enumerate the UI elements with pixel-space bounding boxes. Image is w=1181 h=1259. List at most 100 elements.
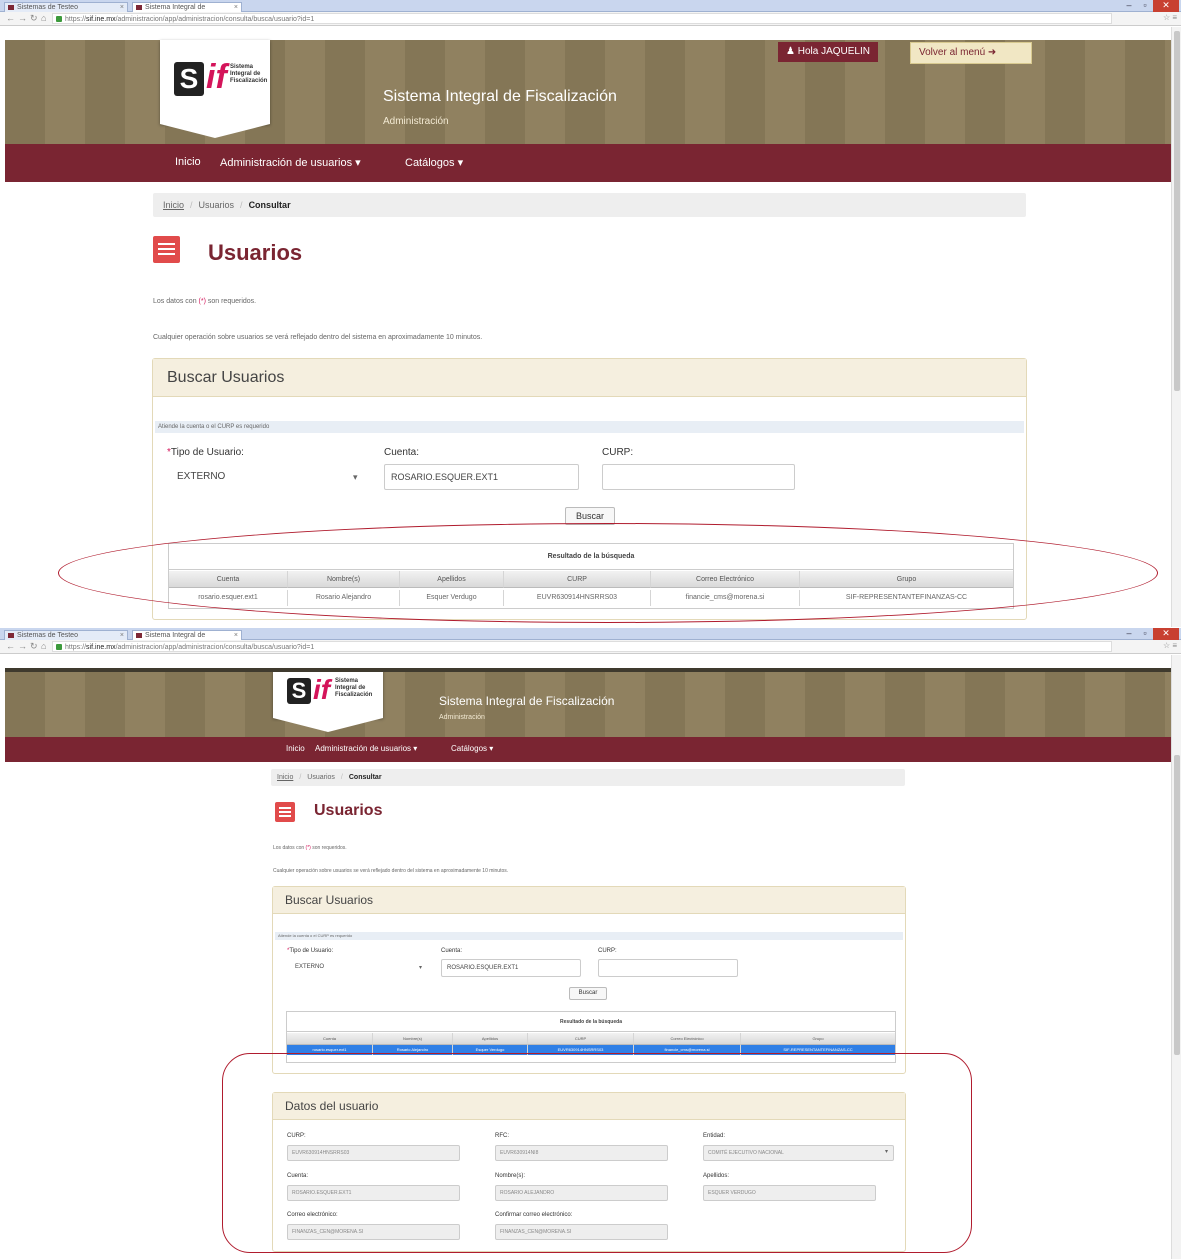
- tab-title: Sistemas de Testeo: [17, 632, 78, 639]
- back-to-menu-button[interactable]: Volver al menú ➜: [910, 42, 1032, 64]
- user-icon: ♟: [786, 46, 798, 57]
- page-title: Usuarios: [314, 802, 383, 819]
- close-window-icon[interactable]: ✕: [1153, 0, 1179, 12]
- tipo-usuario-select[interactable]: EXTERNO: [167, 466, 363, 490]
- main-nav: Inicio Administración de usuarios ▾ Catá…: [5, 144, 1178, 182]
- minimize-icon[interactable]: –: [1121, 0, 1137, 12]
- maximize-icon[interactable]: ▫: [1137, 0, 1153, 12]
- home-icon[interactable]: ⌂: [41, 641, 46, 651]
- col-header-correo[interactable]: Correo Electrónico: [634, 1033, 741, 1045]
- nav-item-inicio[interactable]: Inicio: [175, 156, 201, 168]
- url-host: sif.ine.mx: [86, 16, 116, 23]
- required-note: Los datos con (*) son requeridos.: [153, 298, 256, 305]
- user-greeting-label: Hola JAQUELIN: [797, 46, 870, 57]
- user-greeting-button[interactable]: ♟ Hola JAQUELIN: [778, 42, 878, 62]
- back-icon[interactable]: ←: [6, 13, 15, 23]
- nav-item-inicio[interactable]: Inicio: [286, 744, 305, 753]
- browser-tab-active[interactable]: Sistema Integral de ×: [132, 630, 242, 640]
- breadcrumb-usuarios[interactable]: Usuarios: [199, 200, 235, 210]
- tab-title: Sistema Integral de: [145, 4, 206, 11]
- tipo-usuario-value: EXTERNO: [177, 471, 226, 482]
- url-scheme: https://: [65, 16, 87, 23]
- tipo-usuario-select[interactable]: EXTERNO: [287, 960, 427, 977]
- tipo-usuario-text: Tipo de Usuario:: [170, 447, 244, 458]
- curp-label: CURP:: [598, 948, 617, 954]
- url-field[interactable]: https://sif.ine.mx/administracion/app/ad…: [52, 641, 1112, 652]
- exit-icon: ➜: [985, 47, 997, 58]
- breadcrumb-sep: /: [340, 774, 343, 781]
- browser-tab[interactable]: Sistemas de Testeo ×: [4, 630, 128, 640]
- menu-icon[interactable]: ☆ ≡: [1163, 641, 1177, 650]
- logo[interactable]: S if Sistema Integral de Fiscalización: [273, 670, 383, 732]
- back-icon[interactable]: ←: [6, 641, 15, 651]
- required-note-pre: Los datos con: [273, 845, 306, 851]
- tipo-usuario-label: *Tipo de Usuario:: [167, 447, 244, 458]
- browser-tab-bar: Sistemas de Testeo × Sistema Integral de ×…: [0, 628, 1181, 640]
- browser-tab[interactable]: Sistemas de Testeo ×: [4, 2, 128, 12]
- forward-icon[interactable]: →: [18, 13, 27, 23]
- favicon-icon: [136, 633, 142, 638]
- annotation-oval: [58, 523, 1158, 623]
- cuenta-input[interactable]: ROSARIO.ESQUER.EXT1: [384, 464, 579, 490]
- col-header-nombres[interactable]: Nombre(s): [373, 1033, 453, 1045]
- forward-icon[interactable]: →: [18, 641, 27, 651]
- close-window-icon[interactable]: ✕: [1153, 628, 1179, 640]
- cuenta-input[interactable]: ROSARIO.ESQUER.EXT1: [441, 959, 581, 977]
- nav-item-catalogos[interactable]: Catálogos ▾: [405, 156, 463, 169]
- breadcrumb: Inicio / Usuarios / Consultar: [271, 769, 905, 786]
- system-subtitle: Administración: [439, 714, 485, 721]
- breadcrumb-inicio[interactable]: Inicio: [277, 774, 293, 781]
- required-mark: (*): [198, 298, 206, 305]
- minimize-icon[interactable]: –: [1121, 628, 1137, 640]
- window-controls: – ▫ ✕: [1121, 0, 1179, 12]
- url-field[interactable]: https://sif.ine.mx/administracion/app/ad…: [52, 13, 1112, 24]
- close-tab-icon[interactable]: ×: [234, 631, 238, 640]
- curp-input[interactable]: [602, 464, 795, 490]
- caret-down-icon: ▾: [454, 157, 464, 169]
- col-header-apellidos[interactable]: Apellidos: [453, 1033, 528, 1045]
- maximize-icon[interactable]: ▫: [1137, 628, 1153, 640]
- breadcrumb-inicio[interactable]: Inicio: [163, 200, 184, 210]
- close-tab-icon[interactable]: ×: [120, 3, 124, 12]
- list-icon: [153, 236, 180, 263]
- nav-item-administracion[interactable]: Administración de usuarios ▾: [315, 744, 417, 753]
- tipo-usuario-label: *Tipo de Usuario:: [287, 948, 333, 954]
- reload-icon[interactable]: ↻: [30, 13, 38, 24]
- col-header-curp[interactable]: CURP: [528, 1033, 634, 1045]
- scrollbar[interactable]: [1171, 655, 1181, 1259]
- close-tab-icon[interactable]: ×: [234, 3, 238, 12]
- breadcrumb-sep: /: [299, 774, 302, 781]
- nav-item-administracion[interactable]: Administración de usuarios ▾: [220, 156, 361, 169]
- home-icon[interactable]: ⌂: [41, 13, 46, 23]
- cuenta-label: Cuenta:: [384, 447, 420, 458]
- url-path: /administracion/app/administracion/consu…: [115, 16, 315, 23]
- logo-s: S: [174, 62, 204, 96]
- required-note: Los datos con (*) son requeridos.: [273, 845, 347, 851]
- caret-down-icon: ▾: [411, 744, 418, 753]
- col-header-cuenta[interactable]: Cuenta: [287, 1033, 373, 1045]
- nav-item-label: Catálogos: [405, 157, 455, 169]
- menu-icon[interactable]: ☆ ≡: [1163, 13, 1177, 22]
- site-header: S if Sistema Integral de Fiscalización S…: [5, 670, 1178, 737]
- main-nav: Inicio Administración de usuarios ▾ Catá…: [5, 737, 1178, 762]
- close-tab-icon[interactable]: ×: [120, 631, 124, 640]
- nav-item-catalogos[interactable]: Catálogos ▾: [451, 744, 493, 753]
- breadcrumb-sep: /: [190, 200, 193, 210]
- breadcrumb-current: Consultar: [248, 200, 291, 210]
- buscar-button[interactable]: Buscar: [569, 987, 607, 1000]
- tipo-usuario-value: EXTERNO: [295, 964, 325, 970]
- curp-input[interactable]: [598, 959, 738, 977]
- logo[interactable]: S if Sistema Integral de Fiscalización: [160, 40, 270, 138]
- breadcrumb-usuarios[interactable]: Usuarios: [307, 774, 335, 781]
- reload-icon[interactable]: ↻: [30, 641, 38, 652]
- window-controls: – ▫ ✕: [1121, 628, 1179, 640]
- required-note-post: son requeridos.: [310, 845, 347, 851]
- lock-icon: [56, 16, 62, 22]
- tab-title: Sistema Integral de: [145, 632, 206, 639]
- required-note-pre: Los datos con: [153, 298, 199, 305]
- browser-tab-active[interactable]: Sistema Integral de ×: [132, 2, 242, 12]
- scrollbar[interactable]: [1171, 27, 1181, 627]
- col-header-grupo[interactable]: Grupo: [741, 1033, 895, 1045]
- lock-icon: [56, 644, 62, 650]
- url-path: /administracion/app/administracion/consu…: [115, 644, 315, 651]
